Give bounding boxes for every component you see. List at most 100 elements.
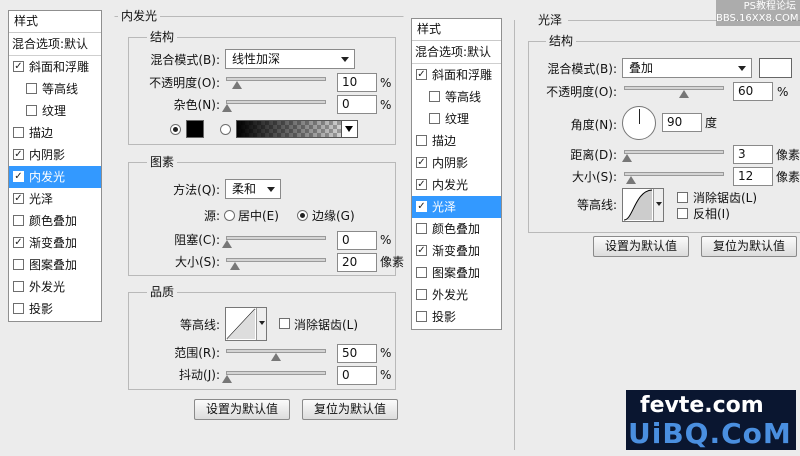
checkbox-checked[interactable]: ✓	[13, 149, 24, 160]
checkbox[interactable]	[26, 83, 37, 94]
checkbox[interactable]	[13, 215, 24, 226]
style-item[interactable]: 投影	[9, 298, 101, 320]
noise-slider[interactable]	[222, 100, 326, 112]
style-item[interactable]: ✓ 光泽	[412, 196, 501, 218]
blend-mode-select[interactable]: 线性加深	[225, 49, 355, 69]
size-slider[interactable]	[226, 258, 326, 270]
style-item[interactable]: ✓ 斜面和浮雕	[412, 64, 501, 86]
satin-angle-input[interactable]: 90	[662, 113, 702, 132]
jitter-slider[interactable]	[222, 371, 326, 383]
source-edge-label[interactable]: 边缘(G)	[312, 209, 355, 223]
opacity-slider-thumb[interactable]	[231, 81, 242, 89]
choke-slider[interactable]	[222, 236, 326, 248]
noise-input[interactable]: 0	[337, 95, 377, 114]
satin-size-slider-thumb[interactable]	[625, 176, 636, 184]
style-item[interactable]: 颜色叠加	[412, 218, 501, 240]
source-edge-radio[interactable]	[297, 210, 308, 221]
checkbox[interactable]	[416, 223, 427, 234]
checkbox[interactable]	[416, 135, 427, 146]
choke-slider-thumb[interactable]	[222, 240, 232, 248]
checkbox[interactable]	[429, 113, 440, 124]
gradient-picker[interactable]	[236, 120, 358, 138]
style-item[interactable]: 图案叠加	[412, 262, 501, 284]
invert-checkbox[interactable]	[677, 208, 688, 219]
style-item[interactable]: ✓ 内阴影	[412, 152, 501, 174]
source-center-label[interactable]: 居中(E)	[238, 209, 279, 223]
angle-dial[interactable]	[622, 106, 656, 140]
checkbox-checked[interactable]: ✓	[13, 237, 24, 248]
make-default-button[interactable]: 设置为默认值	[194, 399, 290, 420]
style-item[interactable]: 纹理	[9, 100, 101, 122]
style-item[interactable]: 纹理	[412, 108, 501, 130]
satin-blend-mode-select[interactable]: 叠加	[622, 58, 752, 78]
source-center-radio[interactable]	[224, 210, 235, 221]
style-item[interactable]: ✓ 内阴影	[9, 144, 101, 166]
size-input[interactable]: 20	[337, 253, 377, 272]
checkbox[interactable]	[13, 303, 24, 314]
jitter-slider-thumb[interactable]	[222, 375, 232, 383]
blend-options-item[interactable]: 混合选项:默认	[412, 41, 501, 64]
checkbox[interactable]	[13, 259, 24, 270]
opacity-input[interactable]: 10	[337, 73, 377, 92]
style-item[interactable]: ✓ 渐变叠加	[412, 240, 501, 262]
style-item[interactable]: ✓ 内发光	[412, 174, 501, 196]
checkbox[interactable]	[13, 127, 24, 138]
opacity-slider[interactable]	[226, 77, 326, 89]
checkbox-checked[interactable]: ✓	[13, 61, 24, 72]
glow-color-swatch[interactable]	[186, 120, 204, 138]
satin-distance-slider-thumb[interactable]	[621, 154, 632, 162]
satin-make-default-button[interactable]: 设置为默认值	[593, 236, 689, 257]
satin-reset-default-button[interactable]: 复位为默认值	[701, 236, 797, 257]
checkbox-checked[interactable]: ✓	[416, 179, 427, 190]
satin-opacity-slider[interactable]	[624, 86, 724, 98]
satin-size-input[interactable]: 12	[733, 167, 773, 186]
gradient-radio[interactable]	[220, 124, 231, 135]
checkbox[interactable]	[429, 91, 440, 102]
style-item[interactable]: ✓ 斜面和浮雕	[9, 56, 101, 78]
noise-slider-thumb[interactable]	[222, 104, 232, 112]
range-slider-thumb[interactable]	[271, 353, 281, 361]
style-item[interactable]: 图案叠加	[9, 254, 101, 276]
blend-options-item[interactable]: 混合选项:默认	[9, 33, 101, 56]
style-item[interactable]: ✓ 渐变叠加	[9, 232, 101, 254]
style-item[interactable]: 颜色叠加	[9, 210, 101, 232]
checkbox[interactable]	[13, 281, 24, 292]
style-item[interactable]: ✓ 光泽	[9, 188, 101, 210]
antialias-checkbox[interactable]	[279, 318, 290, 329]
style-item[interactable]: 投影	[412, 306, 501, 328]
style-item[interactable]: 外发光	[9, 276, 101, 298]
satin-size-slider[interactable]	[624, 172, 724, 184]
style-item[interactable]: 描边	[9, 122, 101, 144]
checkbox-checked[interactable]: ✓	[13, 171, 24, 182]
satin-antialias-label[interactable]: 消除锯齿(L)	[693, 191, 757, 205]
style-item[interactable]: 描边	[412, 130, 501, 152]
antialias-label[interactable]: 消除锯齿(L)	[294, 318, 358, 332]
checkbox[interactable]	[416, 311, 427, 322]
satin-antialias-checkbox[interactable]	[677, 192, 688, 203]
style-item[interactable]: 等高线	[9, 78, 101, 100]
satin-contour-dropdown[interactable]	[653, 189, 663, 221]
satin-distance-input[interactable]: 3	[733, 145, 773, 164]
checkbox[interactable]	[416, 289, 427, 300]
jitter-input[interactable]: 0	[337, 366, 377, 385]
satin-opacity-slider-thumb[interactable]	[678, 90, 689, 98]
style-item[interactable]: ✓ 内发光	[9, 166, 101, 188]
satin-color-swatch[interactable]	[759, 58, 792, 78]
reset-default-button[interactable]: 复位为默认值	[302, 399, 398, 420]
checkbox[interactable]	[26, 105, 37, 116]
range-input[interactable]: 50	[337, 344, 377, 363]
checkbox-checked[interactable]: ✓	[416, 157, 427, 168]
checkbox[interactable]	[416, 267, 427, 278]
solid-color-radio[interactable]	[170, 124, 181, 135]
choke-input[interactable]: 0	[337, 231, 377, 250]
style-item[interactable]: 等高线	[412, 86, 501, 108]
style-item[interactable]: 外发光	[412, 284, 501, 306]
checkbox-checked[interactable]: ✓	[416, 201, 427, 212]
satin-distance-slider[interactable]	[621, 150, 724, 162]
size-slider-thumb[interactable]	[229, 262, 240, 270]
invert-label[interactable]: 反相(I)	[693, 207, 730, 221]
checkbox-checked[interactable]: ✓	[416, 69, 427, 80]
checkbox-checked[interactable]: ✓	[13, 193, 24, 204]
satin-opacity-input[interactable]: 60	[733, 82, 773, 101]
technique-select[interactable]: 柔和	[225, 179, 281, 199]
